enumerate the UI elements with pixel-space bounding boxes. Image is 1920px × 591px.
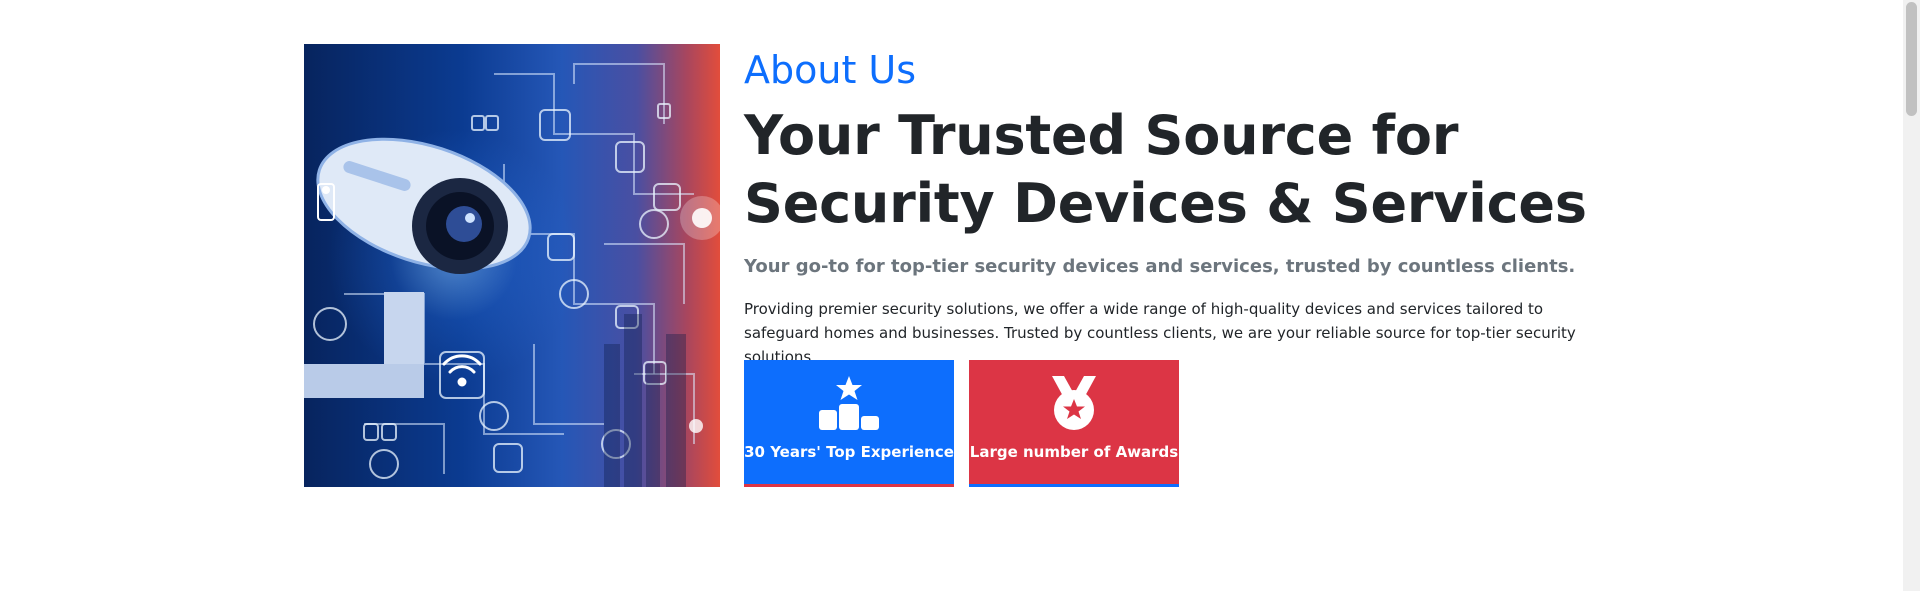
- about-section: About Us Your Trusted Source for Securit…: [304, 44, 1604, 487]
- page-scrollbar[interactable]: [1903, 0, 1920, 591]
- lead-text: Your go-to for top-tier security devices…: [744, 256, 1576, 277]
- award-medal-icon: [969, 374, 1179, 432]
- experience-feature-card[interactable]: 30 Years' Top Experience: [744, 360, 954, 487]
- feature-label: 30 Years' Top Experience: [744, 443, 954, 461]
- scrollbar-thumb[interactable]: [1906, 2, 1917, 116]
- feature-label: Large number of Awards: [969, 443, 1179, 461]
- section-eyebrow: About Us: [744, 48, 917, 92]
- security-camera-image: [304, 44, 720, 487]
- podium-star-icon: [744, 374, 954, 432]
- description-text: Providing premier security solutions, we…: [744, 300, 1576, 366]
- awards-feature-card[interactable]: Large number of Awards: [969, 360, 1179, 487]
- page-title: Your Trusted Source for Security Devices…: [744, 104, 1587, 235]
- network-icons-illustration: [304, 63, 720, 487]
